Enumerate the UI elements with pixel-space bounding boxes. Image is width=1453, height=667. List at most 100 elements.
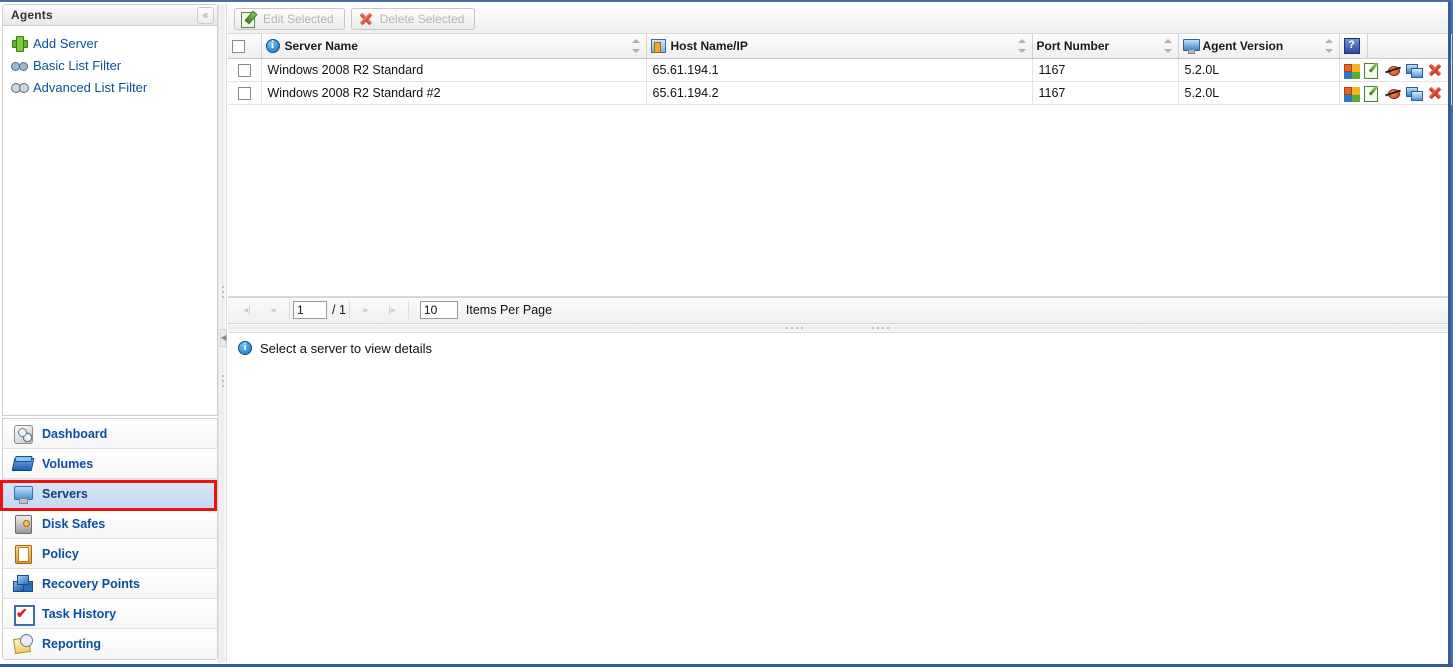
edit-pencil-icon[interactable] [1363,62,1380,79]
row-select-cell [228,58,262,82]
grid-empty-space [228,104,1451,297]
application-window: Agents « Add Server Basic List Filter Ad… [0,0,1453,667]
column-header-server-name[interactable]: i Server Name [261,34,647,59]
table-row[interactable]: Windows 2008 R2 Standard 65.61.194.1 116… [228,58,1452,82]
edit-selected-button[interactable]: Edit Selected [234,7,345,30]
cell-port-number: 1167 [1032,81,1179,105]
sort-arrows-icon[interactable] [1017,39,1027,53]
column-header-help: ? [1339,34,1368,59]
help-question-icon[interactable]: ? [1343,37,1360,54]
sidebar-item-disk-safes[interactable]: Disk Safes [3,509,217,539]
sidebar-item-servers[interactable]: Servers [3,479,217,509]
sidebar-item-label: Dashboard [42,426,108,441]
windows-tiles-icon[interactable] [1343,62,1359,78]
main-content: Edit Selected Delete Selected i Server N… [228,4,1452,663]
sidebar-item-label: Volumes [42,456,94,471]
column-header-label: Host Name/IP [670,38,748,53]
sidebar-link-label: Basic List Filter [33,57,122,73]
sidebar-item-reporting[interactable]: Reporting [3,629,217,659]
host-icon [650,38,666,53]
details-message: i Select a server to view details [238,341,1451,356]
windows-tiles-icon[interactable] [1343,85,1359,101]
column-header-label: Port Number [1036,38,1110,53]
copy-servers-icon[interactable] [1405,62,1423,78]
collapse-sidebar-arrow-icon[interactable]: ◀ [220,329,227,347]
sidebar: Agents « Add Server Basic List Filter Ad… [2,4,218,663]
cell-agent-version: 5.2.0L [1178,81,1340,105]
sidebar-item-task-history[interactable]: Task History [3,599,217,629]
page-number-input[interactable] [293,301,327,319]
sidebar-item-label: Disk Safes [42,516,106,531]
details-pane: i Select a server to view details [228,332,1451,644]
last-page-icon[interactable]: |▸ [379,300,405,320]
items-per-page-input[interactable] [419,301,458,319]
cell-row-actions [1339,81,1452,105]
column-header-host-name-ip[interactable]: Host Name/IP [646,34,1033,59]
disable-icon[interactable] [1385,62,1401,78]
sidebar-link-add-server[interactable]: Add Server [9,32,217,54]
report-clock-icon [13,634,33,654]
table-row[interactable]: Windows 2008 R2 Standard #2 65.61.194.2 … [228,81,1452,105]
page-title: Agents [11,8,53,22]
cell-server-name: Windows 2008 R2 Standard [261,58,647,82]
sidebar-item-dashboard[interactable]: Dashboard [3,419,217,449]
prev-page-icon[interactable]: ◂ [260,300,286,320]
vertical-splitter[interactable]: ◀ [218,4,227,663]
clipboard-icon [13,544,33,564]
delete-selected-button[interactable]: Delete Selected [350,7,476,30]
next-page-icon[interactable]: ▸ [353,300,379,320]
cell-server-name: Windows 2008 R2 Standard #2 [261,81,647,105]
column-header-label: Agent Version [1202,38,1284,53]
sidebar-header: Agents « [2,4,218,26]
column-header-label: Server Name [284,38,358,53]
grid-pager: ◂| ◂ / 1 ▸ |▸ Items Per Page [228,296,1451,324]
sort-arrows-icon[interactable] [1163,39,1173,53]
binoculars-advanced-icon [11,79,29,95]
sidebar-link-advanced-list-filter[interactable]: Advanced List Filter [9,76,217,98]
binoculars-icon [11,57,28,73]
sidebar-item-label: Reporting [42,637,102,651]
sidebar-item-label: Policy [42,546,79,561]
servers-grid: i Server Name Host Name/IP Port Number A… [228,34,1452,297]
cubes-icon [13,574,33,594]
sidebar-link-basic-list-filter[interactable]: Basic List Filter [9,54,217,76]
edit-pencil-icon [241,11,257,28]
horizontal-splitter[interactable] [228,323,1451,333]
edit-pencil-icon[interactable] [1363,85,1380,102]
row-checkbox[interactable] [237,86,251,100]
sidebar-item-label: Recovery Points [42,576,140,591]
dashboard-icon [13,424,33,444]
column-header-actions [1367,34,1452,59]
book-icon [13,454,33,474]
window-right-border [1448,2,1451,667]
info-icon: i [238,341,252,355]
select-all-checkbox[interactable] [232,39,245,53]
edit-selected-label: Edit Selected [263,11,334,26]
sidebar-item-recovery-points[interactable]: Recovery Points [3,569,217,599]
delete-selected-label: Delete Selected [379,11,465,26]
grid-toolbar: Edit Selected Delete Selected [228,4,1451,34]
total-pages-label: / 1 [332,303,346,317]
servers-table: i Server Name Host Name/IP Port Number A… [228,34,1452,105]
sort-arrows-icon[interactable] [1324,39,1334,53]
delete-red-x-icon[interactable] [1427,62,1443,78]
copy-servers-icon[interactable] [1405,85,1423,101]
column-header-agent-version[interactable]: Agent Version [1178,34,1340,59]
chevron-double-left-icon[interactable]: « [197,7,214,24]
disable-icon[interactable] [1385,85,1401,101]
sidebar-nav: Dashboard Volumes Servers Disk Safes Pol… [2,418,218,660]
column-header-port-number[interactable]: Port Number [1032,34,1179,59]
sidebar-item-volumes[interactable]: Volumes [3,449,217,479]
cell-host-name-ip: 65.61.194.1 [646,58,1033,82]
sidebar-item-label: Servers [42,486,88,501]
row-select-cell [228,81,262,105]
details-message-label: Select a server to view details [260,340,432,356]
select-all-header [228,34,262,59]
delete-red-x-icon[interactable] [1427,85,1443,101]
row-checkbox[interactable] [237,63,251,77]
first-page-icon[interactable]: ◂| [234,300,260,320]
sort-arrows-icon[interactable] [631,39,641,53]
cell-host-name-ip: 65.61.194.2 [646,81,1033,105]
sidebar-item-policy[interactable]: Policy [3,539,217,569]
sidebar-link-label: Add Server [33,35,99,51]
